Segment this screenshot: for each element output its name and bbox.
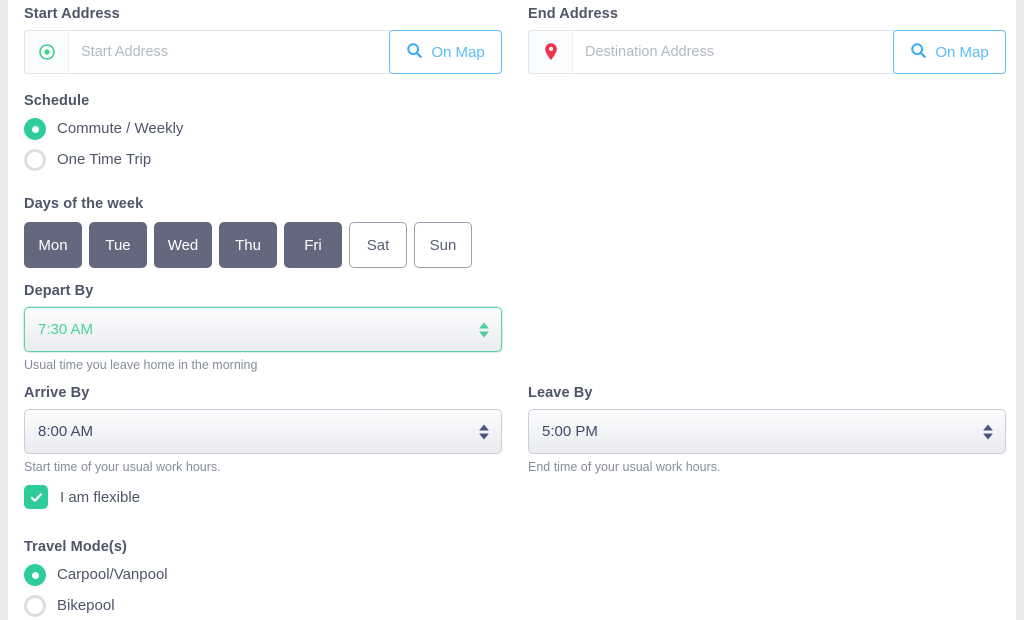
- radio-selected-icon: [24, 564, 46, 586]
- start-address-group: On Map: [24, 30, 502, 74]
- days-of-week-group: Days of the week Mon Tue Wed Thu Fri Sat…: [24, 195, 502, 268]
- start-address-label: Start Address: [24, 6, 120, 22]
- radio-selected-icon: [24, 118, 46, 140]
- leave-by-field: Leave By 5:00 PM End time of your usual …: [528, 384, 1006, 475]
- search-icon: [406, 42, 423, 63]
- depart-by-select-wrap: 7:30 AM: [24, 307, 502, 352]
- end-address-label: End Address: [528, 6, 618, 22]
- travel-mode-option-bikepool[interactable]: Bikepool: [24, 591, 502, 620]
- day-button-wed[interactable]: Wed: [154, 222, 212, 268]
- flexible-label: I am flexible: [60, 488, 141, 506]
- end-address-field: End Address On Map: [528, 5, 1006, 74]
- depart-by-label: Depart By: [24, 283, 94, 299]
- checkbox-checked-icon: [24, 485, 48, 509]
- day-button-fri[interactable]: Fri: [284, 222, 342, 268]
- day-button-sun[interactable]: Sun: [414, 222, 472, 268]
- leave-by-select-wrap: 5:00 PM: [528, 409, 1006, 454]
- schedule-label: Schedule: [24, 93, 90, 109]
- form-card: Start Address On Map: [8, 0, 1016, 620]
- radio-unselected-icon: [24, 595, 46, 617]
- leave-by-select[interactable]: 5:00 PM: [528, 409, 1006, 454]
- form-page: Start Address On Map: [0, 0, 1024, 620]
- circle-dot-icon: [24, 30, 68, 74]
- radio-unselected-icon: [24, 149, 46, 171]
- end-address-group: On Map: [528, 30, 1006, 74]
- schedule-group: Schedule Commute / Weekly One Time Trip: [24, 92, 502, 175]
- start-on-map-label: On Map: [431, 43, 485, 61]
- depart-by-field: Depart By 7:30 AM Usual time you leave h…: [24, 282, 502, 373]
- leave-by-help: End time of your usual work hours.: [528, 460, 721, 474]
- travel-mode-option-label: Bikepool: [57, 597, 115, 614]
- arrive-by-select[interactable]: 8:00 AM: [24, 409, 502, 454]
- schedule-option-commute-weekly[interactable]: Commute / Weekly: [24, 114, 502, 144]
- schedule-option-label: One Time Trip: [57, 151, 152, 168]
- travel-modes-label: Travel Mode(s): [24, 539, 127, 555]
- start-on-map-button[interactable]: On Map: [389, 30, 502, 74]
- end-on-map-button[interactable]: On Map: [893, 30, 1006, 74]
- end-on-map-label: On Map: [935, 43, 989, 61]
- day-button-sat[interactable]: Sat: [349, 222, 407, 268]
- start-address-input[interactable]: [68, 30, 390, 74]
- arrive-by-help: Start time of your usual work hours.: [24, 460, 221, 474]
- arrive-by-select-wrap: 8:00 AM: [24, 409, 502, 454]
- start-address-field: Start Address On Map: [24, 5, 502, 74]
- travel-modes-group: Travel Mode(s) Carpool/Vanpool Bikepool: [24, 538, 502, 620]
- day-button-thu[interactable]: Thu: [219, 222, 277, 268]
- schedule-option-one-time-trip[interactable]: One Time Trip: [24, 145, 502, 175]
- leave-by-label: Leave By: [528, 385, 593, 401]
- arrive-by-field: Arrive By 8:00 AM Start time of your usu…: [24, 384, 502, 475]
- depart-by-select[interactable]: 7:30 AM: [24, 307, 502, 352]
- travel-mode-option-label: Carpool/Vanpool: [57, 566, 168, 583]
- end-address-input[interactable]: [572, 30, 894, 74]
- map-pin-icon: [528, 30, 572, 74]
- day-button-tue[interactable]: Tue: [89, 222, 147, 268]
- schedule-option-label: Commute / Weekly: [57, 120, 184, 137]
- days-of-week-label: Days of the week: [24, 196, 144, 212]
- flexible-checkbox-row[interactable]: I am flexible: [24, 484, 502, 510]
- depart-by-help: Usual time you leave home in the morning: [24, 358, 258, 372]
- days-of-week-buttons: Mon Tue Wed Thu Fri Sat Sun: [24, 222, 502, 268]
- day-button-mon[interactable]: Mon: [24, 222, 82, 268]
- travel-mode-option-carpool-vanpool[interactable]: Carpool/Vanpool: [24, 560, 502, 590]
- arrive-by-label: Arrive By: [24, 385, 90, 401]
- search-icon: [910, 42, 927, 63]
